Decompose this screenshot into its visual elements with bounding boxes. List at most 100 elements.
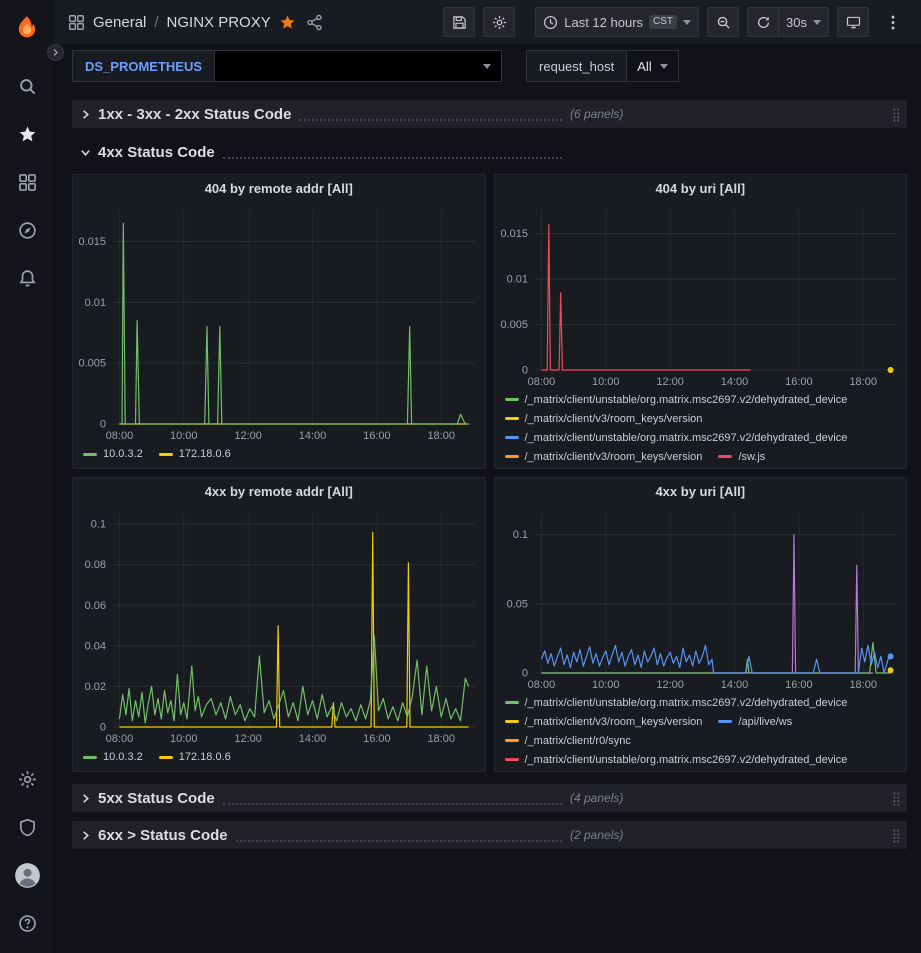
legend-item[interactable]: 172.18.0.6 [159, 445, 231, 464]
svg-text:10:00: 10:00 [592, 376, 620, 388]
svg-text:0.1: 0.1 [91, 519, 106, 531]
drag-handle-icon[interactable] [891, 829, 901, 842]
sidebar-item-profile[interactable] [0, 851, 54, 899]
sidebar-item-alerting[interactable] [0, 254, 54, 302]
sidebar-item-server-admin[interactable] [0, 803, 54, 851]
chart-404-by-remote-addr[interactable]: 00.0050.010.01508:0010:0012:0014:0016:00… [73, 203, 485, 444]
variable-request-host-select[interactable]: All [626, 50, 678, 82]
shield-icon [18, 818, 37, 837]
save-icon [452, 15, 467, 30]
panel-4xx-by-remote-addr: 4xx by remote addr [All] 00.020.040.060.… [72, 477, 486, 772]
sidebar-item-starred[interactable] [0, 110, 54, 158]
legend-item[interactable]: /api/live/ws [718, 712, 792, 731]
grafana-logo-icon[interactable] [11, 12, 43, 44]
sidebar-item-explore[interactable] [0, 206, 54, 254]
legend-item[interactable]: 10.0.3.2 [83, 445, 143, 464]
chart-4xx-by-uri[interactable]: 00.050.108:0010:0012:0014:0016:0018:00 [495, 506, 907, 693]
variable-label-ds-prometheus[interactable]: DS_PROMETHEUS [72, 50, 215, 82]
row-6xx[interactable]: 6xx > Status Code (2 panels) [72, 821, 907, 849]
share-icon[interactable] [306, 14, 323, 31]
apps-grid-icon[interactable] [68, 14, 85, 31]
variable-label-request-host[interactable]: request_host [526, 50, 627, 82]
star-icon [18, 125, 37, 144]
legend-swatch-icon [159, 756, 173, 759]
legend-item[interactable]: /sw.js [718, 447, 765, 466]
svg-text:0.015: 0.015 [78, 236, 106, 248]
chevron-down-icon [683, 20, 691, 25]
legend-item[interactable]: /_matrix/client/unstable/org.matrix.msc2… [505, 750, 848, 769]
legend-item[interactable]: /_matrix/client/v3/room_keys/version [505, 447, 703, 466]
gear-icon [492, 15, 507, 30]
panel-title[interactable]: 404 by remote addr [All] [73, 175, 485, 203]
chart-svg: 00.050.108:0010:0012:0014:0016:0018:00 [495, 506, 907, 693]
svg-text:0: 0 [100, 722, 106, 734]
time-range-label: Last 12 hours [564, 15, 643, 30]
drag-handle-icon[interactable] [891, 108, 901, 121]
svg-text:0: 0 [521, 365, 527, 377]
zoom-out-button[interactable] [707, 7, 739, 37]
row-4xx[interactable]: 4xx Status Code [72, 138, 907, 166]
chart-svg: 00.020.040.060.080.108:0010:0012:0014:00… [73, 506, 485, 747]
legend-swatch-icon [505, 701, 519, 704]
chart-svg: 00.0050.010.01508:0010:0012:0014:0016:00… [495, 203, 907, 390]
tv-mode-button[interactable] [837, 7, 869, 37]
sidebar-expand-toggle[interactable] [47, 44, 64, 61]
legend-label: 172.18.0.6 [179, 448, 231, 460]
more-options-button[interactable] [877, 7, 909, 37]
svg-text:16:00: 16:00 [363, 430, 391, 442]
refresh-interval-dropdown[interactable]: 30s [779, 7, 829, 37]
top-navbar: General / NGINX PROXY Last 12 hours CST [54, 0, 921, 44]
kebab-menu-icon [891, 15, 895, 30]
timezone-badge: CST [649, 15, 677, 29]
legend-swatch-icon [505, 739, 519, 742]
row-dotted-leader [236, 834, 562, 842]
save-dashboard-button[interactable] [443, 7, 475, 37]
legend-swatch-icon [505, 398, 519, 401]
chevron-down-icon [660, 64, 668, 69]
variable-ds-prometheus-select[interactable] [214, 50, 502, 82]
legend-item[interactable]: /_matrix/client/unstable/org.matrix.msc2… [505, 693, 848, 712]
svg-text:18:00: 18:00 [427, 430, 455, 442]
svg-text:0.005: 0.005 [500, 319, 528, 331]
drag-handle-icon[interactable] [891, 792, 901, 805]
chart-404-by-uri[interactable]: 00.0050.010.01508:0010:0012:0014:0016:00… [495, 203, 907, 390]
chart-4xx-by-remote-addr[interactable]: 00.020.040.060.080.108:0010:0012:0014:00… [73, 506, 485, 747]
legend-item[interactable]: /_matrix/client/v3/room_keys/version [505, 409, 703, 428]
panel-title[interactable]: 404 by uri [All] [495, 175, 907, 203]
panel-title[interactable]: 4xx by remote addr [All] [73, 478, 485, 506]
time-range-picker[interactable]: Last 12 hours CST [535, 7, 699, 37]
grafana-flame-icon [13, 14, 41, 42]
chevron-right-icon [51, 48, 60, 57]
sidebar-item-dashboards[interactable] [0, 158, 54, 206]
svg-text:0: 0 [521, 668, 527, 680]
row-title: 5xx Status Code [98, 790, 215, 807]
legend-item[interactable]: 172.18.0.6 [159, 748, 231, 767]
legend-item[interactable]: /_matrix/client/r0/sync [505, 731, 631, 750]
legend-item[interactable]: /_matrix/client/v3/room_keys/version [505, 712, 703, 731]
row-title: 1xx - 3xx - 2xx Status Code [98, 106, 291, 123]
dashboard-settings-button[interactable] [483, 7, 515, 37]
sidebar-item-help[interactable] [0, 899, 54, 947]
legend-swatch-icon [718, 455, 732, 458]
legend-item[interactable]: /_matrix/client/unstable/org.matrix.msc2… [505, 390, 848, 409]
legend-label: /_matrix/client/unstable/org.matrix.msc2… [525, 394, 848, 406]
svg-text:0.005: 0.005 [78, 358, 106, 370]
navbar-actions: Last 12 hours CST 30s [443, 7, 909, 37]
sidebar-item-search[interactable] [0, 62, 54, 110]
refresh-button[interactable] [747, 7, 779, 37]
legend-swatch-icon [159, 453, 173, 456]
row-title: 6xx > Status Code [98, 827, 228, 844]
svg-text:18:00: 18:00 [427, 733, 455, 745]
row-1xx-3xx-2xx[interactable]: 1xx - 3xx - 2xx Status Code (6 panels) [72, 100, 907, 128]
legend-item[interactable]: 10.0.3.2 [83, 748, 143, 767]
dashboard-title[interactable]: NGINX PROXY [167, 14, 271, 31]
breadcrumb-section[interactable]: General [93, 14, 146, 31]
panel-title[interactable]: 4xx by uri [All] [495, 478, 907, 506]
legend-item[interactable]: /_matrix/client/unstable/org.matrix.msc2… [505, 428, 848, 447]
variable-request-host-value: All [637, 59, 651, 74]
favorite-star-icon[interactable] [279, 14, 296, 31]
bell-icon [18, 269, 37, 288]
row-5xx[interactable]: 5xx Status Code (4 panels) [72, 784, 907, 812]
sidebar-item-configuration[interactable] [0, 755, 54, 803]
row-dotted-leader [223, 151, 562, 159]
